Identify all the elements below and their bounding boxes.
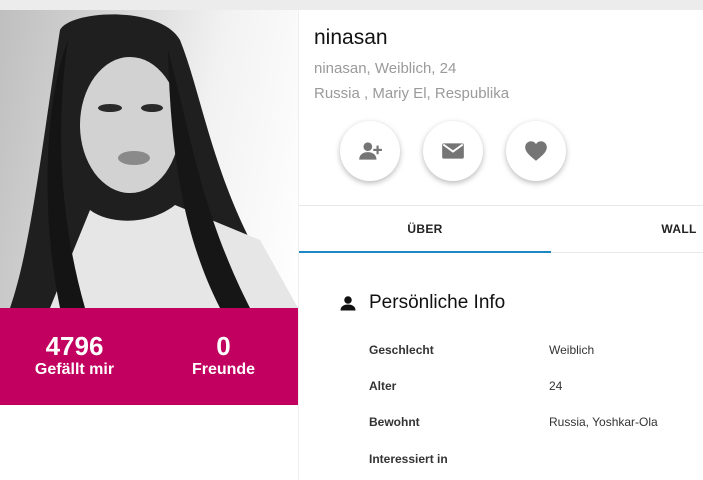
info-label-age: Alter <box>369 379 397 393</box>
info-label-interested-in: Interessiert in <box>369 452 448 466</box>
like-button[interactable] <box>506 121 566 181</box>
profile-username: ninasan <box>314 26 388 49</box>
profile-sidebar: 4796 Gefällt mir 0 Freunde <box>0 10 298 480</box>
info-value-residence: Russia, Yoshkar-Ola <box>549 415 658 429</box>
likes-stat[interactable]: 4796 Gefällt mir <box>0 332 149 380</box>
profile-tabs: ÜBER WALL <box>299 205 703 253</box>
friends-count: 0 <box>216 331 231 361</box>
profile-main: ninasan ninasan, Weiblich, 24 Russia , M… <box>299 10 703 480</box>
send-message-button[interactable] <box>423 121 483 181</box>
active-tab-indicator <box>299 251 551 253</box>
top-strip <box>0 0 703 10</box>
personal-info-title: Persönliche Info <box>369 292 506 313</box>
likes-count: 4796 <box>45 331 104 361</box>
profile-photo-graphic <box>10 14 298 308</box>
friends-label: Freunde <box>191 361 256 378</box>
profile-summary: ninasan, Weiblich, 24 <box>314 60 457 77</box>
friends-stat[interactable]: 0 Freunde <box>149 332 298 380</box>
profile-photo[interactable] <box>0 10 298 308</box>
stats-bar: 4796 Gefällt mir 0 Freunde <box>0 308 298 405</box>
heart-icon <box>525 141 547 161</box>
info-label-residence: Bewohnt <box>369 415 420 429</box>
tab-about[interactable]: ÜBER <box>299 206 551 253</box>
mail-icon <box>442 143 464 159</box>
info-label-gender: Geschlecht <box>369 343 434 357</box>
info-value-gender: Weiblich <box>549 343 595 357</box>
add-friend-icon <box>359 142 382 160</box>
profile-location: Russia , Mariy El, Respublika <box>314 85 510 102</box>
person-icon <box>340 296 356 311</box>
likes-label: Gefällt mir <box>34 361 115 378</box>
tab-wall[interactable]: WALL <box>639 206 703 253</box>
info-value-age: 24 <box>549 379 563 393</box>
add-friend-button[interactable] <box>340 121 400 181</box>
